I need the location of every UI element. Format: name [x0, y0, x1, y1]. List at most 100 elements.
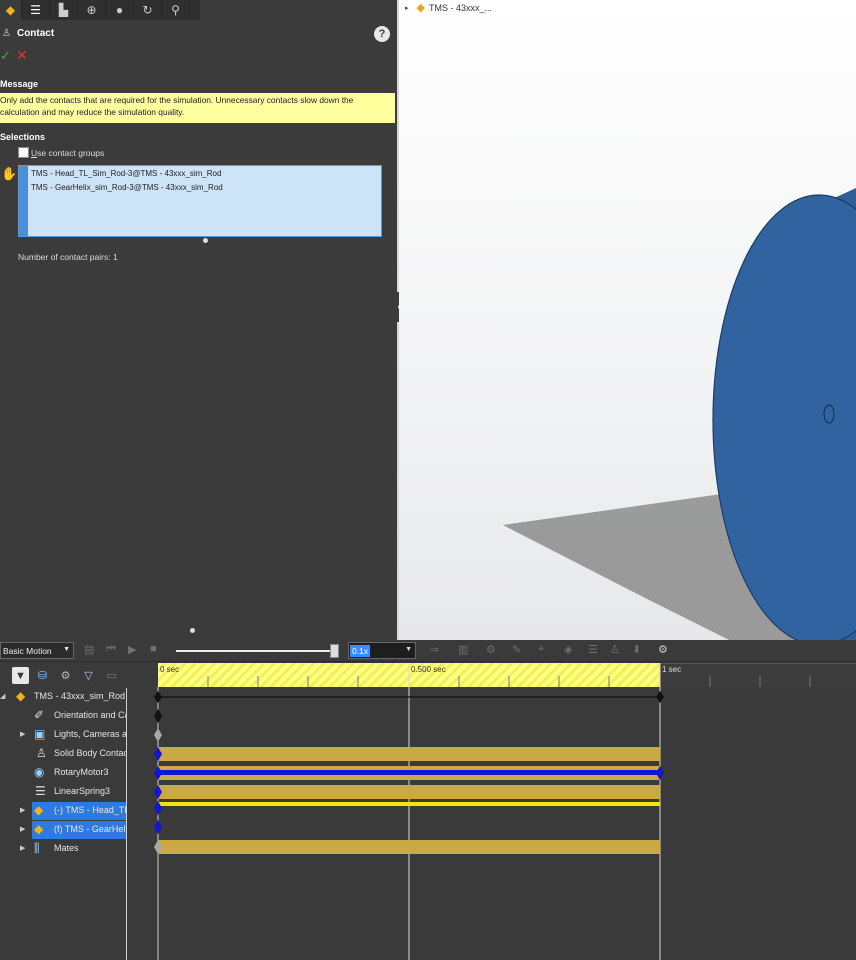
- study-type-value: Basic Motion: [3, 646, 52, 656]
- key-point[interactable]: [154, 691, 162, 703]
- tree-item-solid-body-contact[interactable]: ♙ Solid Body Contact: [0, 745, 127, 763]
- use-contact-groups-label[interactable]: Use contact groups: [31, 148, 104, 158]
- lights-icon: ▣: [34, 727, 46, 741]
- playback-speed-select[interactable]: 0.1x ▼: [348, 642, 416, 659]
- timeline-area[interactable]: 0 sec 0.500 sec 1 sec: [128, 663, 856, 960]
- tree-item-rotary-motor[interactable]: ◉ RotaryMotor3: [0, 764, 126, 782]
- chevron-down-icon[interactable]: ◢: [0, 692, 5, 700]
- display-manager-icon: ●: [115, 3, 124, 17]
- stop-icon[interactable]: ■: [150, 643, 157, 655]
- part-icon: ◆: [34, 803, 44, 817]
- tree-item-linear-spring[interactable]: ☰ LinearSpring3: [0, 783, 126, 801]
- scale-ticks: [207, 676, 811, 687]
- filter-selected-icon[interactable]: ▽: [80, 667, 97, 684]
- tree-item-head-part[interactable]: ▶ ◆ (-) TMS - Head_TL_Sim_Rod: [0, 802, 126, 820]
- gravity-icon[interactable]: ⬇: [632, 643, 641, 656]
- key-point[interactable]: [154, 709, 162, 723]
- tree-item-label: RotaryMotor3: [54, 767, 109, 777]
- playback-mode-icon[interactable]: ⇒: [430, 643, 439, 656]
- expand-arrow-icon[interactable]: ▸: [405, 4, 409, 12]
- expand-arrow-icon[interactable]: ▶: [20, 806, 25, 814]
- contact-selection-list[interactable]: TMS - Head_TL_Sim_Rod-3@TMS - 43xxx_sim_…: [18, 165, 382, 237]
- selections-section-header[interactable]: Selections: [0, 132, 45, 142]
- play-from-start-icon[interactable]: ⏮: [106, 643, 116, 656]
- playback-slider-track[interactable]: [176, 650, 336, 652]
- selection-active-bar: [19, 166, 28, 236]
- ok-checkmark-icon[interactable]: ✓: [0, 48, 11, 64]
- study-type-select[interactable]: Basic Motion ▼: [0, 642, 74, 659]
- components-selection-icon: ✋: [1, 166, 18, 181]
- selection-item[interactable]: TMS - GearHelix_sim_Rod-3@TMS - 43xxx_si…: [31, 183, 223, 192]
- contact-icon[interactable]: ♙: [610, 643, 620, 656]
- autokey-icon[interactable]: ✎: [512, 643, 521, 656]
- study-properties-icon[interactable]: ⚙: [658, 643, 668, 656]
- key-point[interactable]: [656, 691, 664, 703]
- tree-item-assembly[interactable]: ◢ ◆ TMS - 43xxx_sim_Rod: [0, 688, 126, 706]
- part-icon: ◆: [34, 822, 44, 836]
- tree-item-label: LinearSpring3: [54, 786, 111, 796]
- property-manager-icon: ☰: [30, 3, 41, 17]
- camera-views-icon: ✐: [34, 708, 45, 722]
- tree-item-label: Orientation and Camera Views: [54, 710, 126, 720]
- animation-wizard-icon[interactable]: ⚙: [486, 643, 496, 656]
- play-icon[interactable]: ▶: [128, 643, 136, 656]
- model-view: [503, 188, 856, 640]
- linear-spring-bar[interactable]: [158, 785, 660, 799]
- filter-driving-icon[interactable]: ⚙: [57, 667, 74, 684]
- feature-title-text: Contact: [16, 28, 55, 39]
- expand-arrow-icon[interactable]: ▶: [20, 844, 25, 852]
- manager-tabs: ◆ ☰ ▙ ⊕ ● ↻ ⚲: [0, 0, 200, 20]
- message-section-header[interactable]: Message: [0, 79, 38, 89]
- key-point[interactable]: [154, 820, 162, 834]
- save-animation-icon[interactable]: ▥: [458, 643, 468, 656]
- tab-motion-manager[interactable]: ↻: [134, 0, 162, 20]
- graphics-viewport[interactable]: ▸ ◆ TMS - 43xxx_...: [399, 0, 856, 640]
- flyout-tree-label[interactable]: TMS - 43xxx_...: [429, 3, 492, 13]
- head-part-bar[interactable]: [158, 802, 660, 806]
- assembly-icon: ◆: [16, 689, 26, 703]
- rotary-motor-icon: ◉: [34, 765, 45, 779]
- spring-icon[interactable]: ☰: [588, 643, 598, 656]
- key-point[interactable]: [154, 728, 162, 742]
- motor-icon[interactable]: ◈: [564, 643, 572, 656]
- contact-pairs-count: Number of contact pairs: 1: [18, 252, 118, 262]
- tree-item-lights[interactable]: ▶ ▣ Lights, Cameras and Scene: [0, 726, 126, 744]
- filter-funnel-icon[interactable]: ▼: [12, 667, 29, 684]
- chevron-down-icon: ▼: [405, 646, 412, 653]
- use-contact-groups-checkbox[interactable]: [18, 147, 29, 158]
- timeline-graphics: [154, 663, 811, 960]
- motion-icon: ↻: [142, 3, 153, 17]
- expand-arrow-icon[interactable]: ▶: [20, 730, 25, 738]
- flyout-tree[interactable]: ▸ ◆ TMS - 43xxx_...: [405, 1, 492, 14]
- message-line: calculation and may reduce the simulatio…: [0, 107, 185, 117]
- tree-item-gearhelix-part[interactable]: ▶ ◆ (f) TMS - GearHelix_sim_Rod: [0, 821, 127, 839]
- tree-item-orientation[interactable]: ✐ Orientation and Camera Views: [0, 707, 126, 725]
- mates-bar[interactable]: [158, 840, 660, 854]
- playback-slider-thumb[interactable]: [330, 644, 339, 658]
- motion-study-panel: Basic Motion ▼ ▤ ⏮ ▶ ■ 0.1x ▼ ⇒ ▥ ⚙ ✎ ⌖ …: [0, 640, 856, 960]
- filter-results-icon[interactable]: ▭: [103, 667, 120, 684]
- filter-animated-icon[interactable]: ⛁: [34, 667, 51, 684]
- tab-display-manager[interactable]: ●: [106, 0, 134, 20]
- solid-body-contact-bar[interactable]: [158, 747, 660, 761]
- expand-arrow-icon[interactable]: ▶: [20, 825, 25, 833]
- assembly-icon: ◆: [5, 3, 16, 17]
- calculate-icon[interactable]: ▤: [84, 643, 94, 656]
- cancel-x-icon[interactable]: ✕: [16, 47, 28, 64]
- tab-feature-manager[interactable]: ◆: [0, 0, 22, 20]
- tree-item-mates[interactable]: ▶ ⫼ Mates: [0, 840, 126, 858]
- selection-item[interactable]: TMS - Head_TL_Sim_Rod-3@TMS - 43xxx_sim_…: [31, 169, 221, 178]
- list-resize-handle[interactable]: [203, 238, 208, 243]
- tree-item-label: (f) TMS - GearHelix_sim_Rod: [54, 824, 127, 834]
- motion-toolbar: Basic Motion ▼ ▤ ⏮ ▶ ■ 0.1x ▼ ⇒ ▥ ⚙ ✎ ⌖ …: [0, 640, 856, 662]
- add-key-icon[interactable]: ⌖: [538, 643, 544, 656]
- tab-property-manager[interactable]: ☰: [22, 0, 50, 20]
- tab-configuration-manager[interactable]: ▙: [50, 0, 78, 20]
- tab-extra[interactable]: ⚲: [162, 0, 190, 20]
- panel-resize-handle[interactable]: [190, 628, 195, 633]
- tab-dimxpert-manager[interactable]: ⊕: [78, 0, 106, 20]
- tree-item-label: TMS - 43xxx_sim_Rod: [34, 691, 126, 701]
- tree-item-label: Solid Body Contact: [54, 748, 127, 758]
- help-icon[interactable]: ?: [374, 26, 390, 42]
- configuration-icon: ▙: [58, 3, 69, 17]
